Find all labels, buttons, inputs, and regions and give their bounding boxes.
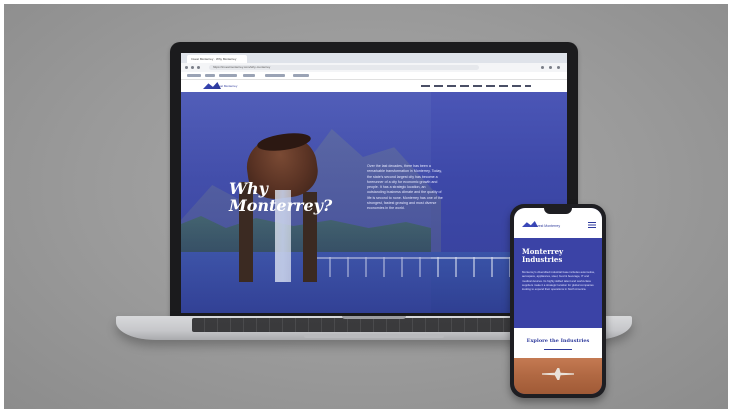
bookmark-item [205,74,215,77]
phone-body: Monterrey's diversified industrial base … [522,270,595,292]
site-logo-text: Invest Monterrey [215,84,238,88]
browser-tab: Invest Monterrey · Why Monterrey [187,55,247,63]
phone-title: Monterrey Industries [522,247,564,264]
bookmark-item [187,74,201,77]
extension-icon [541,66,544,69]
hero-title: Why Monterrey? [229,179,333,215]
bookmark-item [265,74,285,77]
phone-notch [544,208,572,214]
back-icon [185,66,188,69]
bookmarks-bar [181,72,567,80]
reload-icon [197,66,200,69]
site-header: Invest Monterrey [181,80,567,92]
url-field: https://investmonterrey.com/why-monterre… [209,65,479,70]
bookmark-item [243,74,255,77]
profile-icon [549,66,552,69]
menu-icon [557,66,560,69]
hero-body: Over the last decades, there has been a … [367,164,443,211]
cta-underline [544,349,572,350]
site-nav [421,85,531,87]
browser-toolbar: https://investmonterrey.com/why-monterre… [181,63,567,72]
browser-tab-strip: Invest Monterrey · Why Monterrey [181,53,567,63]
phone: Invest Monterrey Monterrey Industries Mo… [510,204,606,398]
forward-icon [191,66,194,69]
phone-logo-text: Invest Monterrey [534,224,561,228]
photo-scene: Invest Monterrey · Why Monterrey https:/… [4,4,728,409]
trackpad [304,334,444,338]
phone-screen: Invest Monterrey Monterrey Industries Mo… [514,208,602,394]
hinge-notch [342,316,406,319]
bookmark-item [219,74,237,77]
keyboard [192,318,556,332]
explore-industries-link: Explore the Industries [526,338,590,344]
hamburger-menu-icon [588,222,596,228]
bookmark-item [293,74,309,77]
